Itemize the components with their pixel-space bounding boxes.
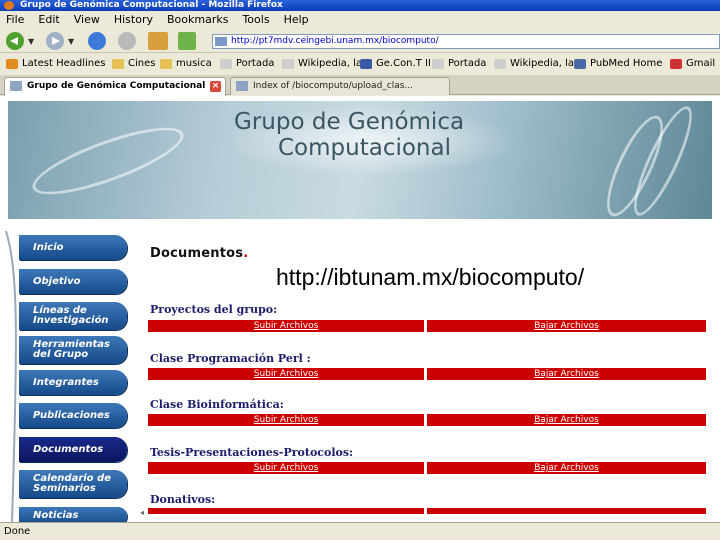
sidebar-item-publicaciones[interactable]: Publicaciones xyxy=(19,403,127,428)
bookmark-latest-headlines[interactable]: Latest Headlines xyxy=(6,53,106,75)
bookmark-portada-2[interactable]: Portada xyxy=(432,53,486,75)
bookmark-label: musica xyxy=(176,58,212,69)
back-dropdown-icon[interactable]: ▼ xyxy=(28,37,34,46)
rss-icon xyxy=(6,59,18,69)
section-title-tesis: Tesis-Presentaciones-Protocolos: xyxy=(150,446,354,459)
menu-history[interactable]: History xyxy=(107,11,160,29)
bookmark-label: Portada xyxy=(236,58,275,69)
protein-ribbon-graphic xyxy=(25,114,191,208)
menu-bookmarks[interactable]: Bookmarks xyxy=(160,11,235,29)
bookmark-label: Ge.Con.T II xyxy=(376,58,431,69)
upload-link-proyectos[interactable]: Subir Archivos xyxy=(148,320,424,332)
bookmark-wikipedia-2[interactable]: Wikipedia, la... xyxy=(494,53,584,75)
navigation-toolbar: ▼ ▼ http://pt7mdv.ceingebi.unam.mx/bioco… xyxy=(0,29,720,53)
forward-dropdown-icon[interactable]: ▼ xyxy=(68,37,74,46)
wikipedia-icon xyxy=(220,59,232,69)
add-bookmark-button[interactable] xyxy=(178,32,196,50)
menu-view[interactable]: View xyxy=(67,11,107,29)
section-title-proyectos: Proyectos del grupo: xyxy=(150,303,278,316)
folder-icon xyxy=(112,59,124,69)
menu-edit[interactable]: Edit xyxy=(31,11,66,29)
upload-link-donativos[interactable] xyxy=(148,508,424,514)
close-tab-icon[interactable]: × xyxy=(210,81,221,92)
menu-help[interactable]: Help xyxy=(277,11,316,29)
home-button[interactable] xyxy=(148,32,168,50)
download-link-perl[interactable]: Bajar Archivos xyxy=(427,368,706,380)
bookmark-gecont[interactable]: Ge.Con.T II xyxy=(360,53,431,75)
sidebar-item-noticias[interactable]: Noticias xyxy=(19,507,127,522)
menu-bar: File Edit View History Bookmarks Tools H… xyxy=(0,11,720,29)
sidebar-item-objetivo[interactable]: Objetivo xyxy=(19,269,127,294)
pubmed-icon xyxy=(574,59,586,69)
folder-icon xyxy=(160,59,172,69)
tab-grupo-genomica[interactable]: Grupo de Genómica Computacional × xyxy=(4,77,226,96)
download-link-bioinformatica[interactable]: Bajar Archivos xyxy=(427,414,706,426)
scroll-left-icon[interactable]: ◂ xyxy=(140,508,144,517)
page-title: Documentos xyxy=(150,246,248,261)
bookmark-label: Cines xyxy=(128,58,156,69)
tab-bar: Grupo de Genómica Computacional × Index … xyxy=(0,75,720,96)
banner-title-line1: Grupo de Genómica xyxy=(234,109,465,135)
browser-window: Grupo de Genómica Computacional - Mozill… xyxy=(0,0,720,540)
bookmark-label: Wikipedia, la... xyxy=(510,58,584,69)
bookmark-gmail[interactable]: Gmail xyxy=(670,53,715,75)
tab-index-biocomputo[interactable]: Index of /biocomputo/upload_clas... xyxy=(230,77,450,95)
sidebar-item-documentos[interactable]: Documentos xyxy=(19,437,127,462)
sidebar-item-lineas[interactable]: Líneas de Investigación xyxy=(19,302,127,330)
download-link-proyectos[interactable]: Bajar Archivos xyxy=(427,320,706,332)
bookmark-label: PubMed Home xyxy=(590,58,663,69)
wikipedia-icon xyxy=(282,59,294,69)
tab-label: Index of /biocomputo/upload_clas... xyxy=(253,81,414,91)
site-favicon-icon xyxy=(236,81,248,91)
wikipedia-icon xyxy=(432,59,444,69)
bookmark-pubmed[interactable]: PubMed Home xyxy=(574,53,662,75)
firefox-icon xyxy=(4,1,14,10)
sidebar-item-inicio[interactable]: Inicio xyxy=(19,235,127,260)
bookmark-label: Gmail xyxy=(686,58,716,69)
menu-tools[interactable]: Tools xyxy=(235,11,276,29)
site-icon xyxy=(360,59,372,69)
upload-link-tesis[interactable]: Subir Archivos xyxy=(148,462,424,474)
banner-title-line2: Computacional xyxy=(278,135,451,161)
page-content: Grupo de Genómica Computacional Inicio O… xyxy=(0,96,720,522)
status-text: Done xyxy=(4,526,31,537)
sidebar-item-herramientas[interactable]: Herramientas del Grupo xyxy=(19,336,127,364)
window-title: Grupo de Genómica Computacional - Mozill… xyxy=(20,0,283,10)
stop-button[interactable] xyxy=(118,32,136,50)
section-title-perl: Clase Programación Perl : xyxy=(150,352,311,365)
sidebar-item-integrantes[interactable]: Integrantes xyxy=(19,370,127,395)
gmail-icon xyxy=(670,59,682,69)
site-favicon-icon xyxy=(10,81,22,91)
section-title-donativos: Donativos: xyxy=(150,493,216,506)
overlay-url-caption: http://ibtunam.mx/biocomputo/ xyxy=(276,264,585,290)
tab-label: Grupo de Genómica Computacional xyxy=(27,81,206,91)
bookmark-label: Portada xyxy=(448,58,487,69)
site-favicon-icon xyxy=(215,37,227,46)
section-title-bioinformatica: Clase Bioinformática: xyxy=(150,398,284,411)
site-banner: Grupo de Genómica Computacional xyxy=(8,101,712,219)
download-link-tesis[interactable]: Bajar Archivos xyxy=(427,462,706,474)
bookmarks-toolbar: Latest Headlines Cines musica Portada Wi… xyxy=(0,53,720,75)
upload-link-bioinformatica[interactable]: Subir Archivos xyxy=(148,414,424,426)
address-url: http://pt7mdv.ceingebi.unam.mx/biocomput… xyxy=(231,36,439,46)
back-button[interactable] xyxy=(6,32,24,50)
forward-button[interactable] xyxy=(46,32,64,50)
bookmark-musica[interactable]: musica xyxy=(160,53,212,75)
sidebar-item-calendario[interactable]: Calendario de Seminarios xyxy=(19,470,127,498)
bookmark-cines[interactable]: Cines xyxy=(112,53,155,75)
bookmark-wikipedia[interactable]: Wikipedia, la... xyxy=(282,53,372,75)
menu-file[interactable]: File xyxy=(0,11,31,29)
download-link-donativos[interactable] xyxy=(427,508,706,514)
wikipedia-icon xyxy=(494,59,506,69)
bookmark-label: Latest Headlines xyxy=(22,58,106,69)
upload-link-perl[interactable]: Subir Archivos xyxy=(148,368,424,380)
sidebar-curve-decoration xyxy=(5,231,17,522)
title-bar: Grupo de Genómica Computacional - Mozill… xyxy=(0,0,720,11)
bookmark-portada[interactable]: Portada xyxy=(220,53,274,75)
status-bar: Done xyxy=(0,522,720,540)
reload-button[interactable] xyxy=(88,32,106,50)
address-bar[interactable]: http://pt7mdv.ceingebi.unam.mx/biocomput… xyxy=(212,34,720,49)
